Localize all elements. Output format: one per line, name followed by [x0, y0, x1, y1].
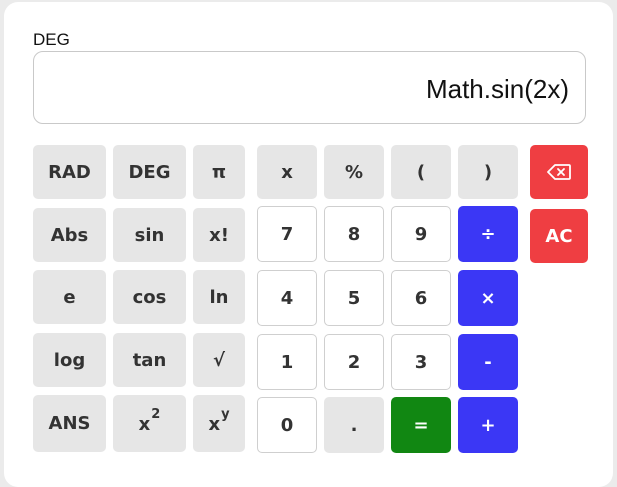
multiply-button[interactable]: ×: [458, 270, 518, 326]
digit-9-label: 9: [414, 223, 428, 245]
percent-button[interactable]: %: [324, 145, 384, 199]
decimal-button-label: .: [350, 414, 358, 436]
x-variable-button-label: x: [281, 161, 293, 183]
cos-button[interactable]: cos: [113, 270, 186, 324]
digit-0-button[interactable]: 0: [257, 397, 317, 453]
digit-4-button[interactable]: 4: [257, 270, 317, 326]
minus-button-label: -: [484, 351, 492, 373]
digit-6-button[interactable]: 6: [391, 270, 451, 326]
power-exponent: y: [221, 407, 230, 422]
square-button[interactable]: x2: [113, 395, 186, 452]
backspace-button[interactable]: [530, 145, 588, 199]
angle-mode-indicator: DEG: [33, 30, 70, 49]
digit-2-label: 2: [347, 351, 361, 373]
cos-button-label: cos: [132, 286, 167, 308]
calculator-display: Math.sin(2x): [33, 51, 586, 124]
display-expression: Math.sin(2x): [425, 74, 569, 104]
digit-7-button[interactable]: 7: [257, 206, 317, 262]
power-base: x: [208, 414, 221, 435]
backspace-icon: [547, 164, 571, 180]
rad-button-label: RAD: [48, 161, 91, 183]
decimal-button[interactable]: .: [324, 397, 384, 453]
all-clear-button[interactable]: AC: [530, 209, 588, 263]
tan-button[interactable]: tan: [113, 333, 186, 387]
percent-button-label: %: [344, 161, 364, 183]
rad-button[interactable]: RAD: [33, 145, 106, 199]
digit-7-label: 7: [280, 223, 294, 245]
sin-button-label: sin: [134, 224, 165, 246]
close-paren-button[interactable]: ): [458, 145, 518, 199]
square-base: x: [138, 414, 151, 435]
open-paren-button-label: (: [416, 161, 426, 183]
power-button-label: xy: [208, 407, 229, 435]
digit-1-label: 1: [280, 351, 294, 373]
digit-6-label: 6: [414, 287, 428, 309]
all-clear-button-label: AC: [545, 225, 573, 247]
digit-2-button[interactable]: 2: [324, 334, 384, 390]
log-button-label: log: [53, 349, 86, 371]
pi-button-label: π: [211, 161, 227, 183]
digit-5-label: 5: [347, 287, 361, 309]
divide-button[interactable]: ÷: [458, 206, 518, 262]
pi-button[interactable]: π: [193, 145, 245, 199]
equals-button[interactable]: =: [391, 397, 451, 453]
digit-3-button[interactable]: 3: [391, 334, 451, 390]
digit-5-button[interactable]: 5: [324, 270, 384, 326]
equals-button-label: =: [413, 414, 429, 436]
digit-9-button[interactable]: 9: [391, 206, 451, 262]
divide-button-label: ÷: [480, 223, 496, 245]
factorial-button-label: x!: [209, 224, 229, 246]
sqrt-button-label: √: [212, 349, 225, 371]
open-paren-button[interactable]: (: [391, 145, 451, 199]
minus-button[interactable]: -: [458, 334, 518, 390]
factorial-button[interactable]: x!: [193, 208, 245, 262]
abs-button[interactable]: Abs: [33, 208, 106, 262]
digit-8-button[interactable]: 8: [324, 206, 384, 262]
power-button[interactable]: xy: [193, 395, 245, 452]
e-constant-button-label: e: [63, 286, 76, 308]
close-paren-button-label: ): [483, 161, 493, 183]
ans-button-label: ANS: [48, 413, 91, 434]
log-button[interactable]: log: [33, 333, 106, 387]
ln-button-label: ln: [209, 286, 229, 308]
tan-button-label: tan: [132, 349, 167, 371]
deg-button[interactable]: DEG: [113, 145, 186, 199]
ans-button[interactable]: ANS: [33, 395, 106, 452]
square-exponent: 2: [151, 407, 161, 422]
square-button-label: x2: [138, 407, 161, 435]
deg-button-label: DEG: [128, 161, 171, 183]
digit-4-label: 4: [280, 287, 294, 309]
plus-button[interactable]: +: [458, 397, 518, 453]
x-variable-button[interactable]: x: [257, 145, 317, 199]
abs-button-label: Abs: [50, 224, 89, 246]
multiply-button-label: ×: [480, 287, 496, 309]
plus-button-label: +: [480, 414, 496, 436]
sqrt-button[interactable]: √: [193, 333, 245, 387]
e-constant-button[interactable]: e: [33, 270, 106, 324]
sin-button[interactable]: sin: [113, 208, 186, 262]
digit-3-label: 3: [414, 351, 428, 373]
digit-0-label: 0: [280, 414, 294, 436]
ln-button[interactable]: ln: [193, 270, 245, 324]
digit-1-button[interactable]: 1: [257, 334, 317, 390]
digit-8-label: 8: [347, 223, 361, 245]
